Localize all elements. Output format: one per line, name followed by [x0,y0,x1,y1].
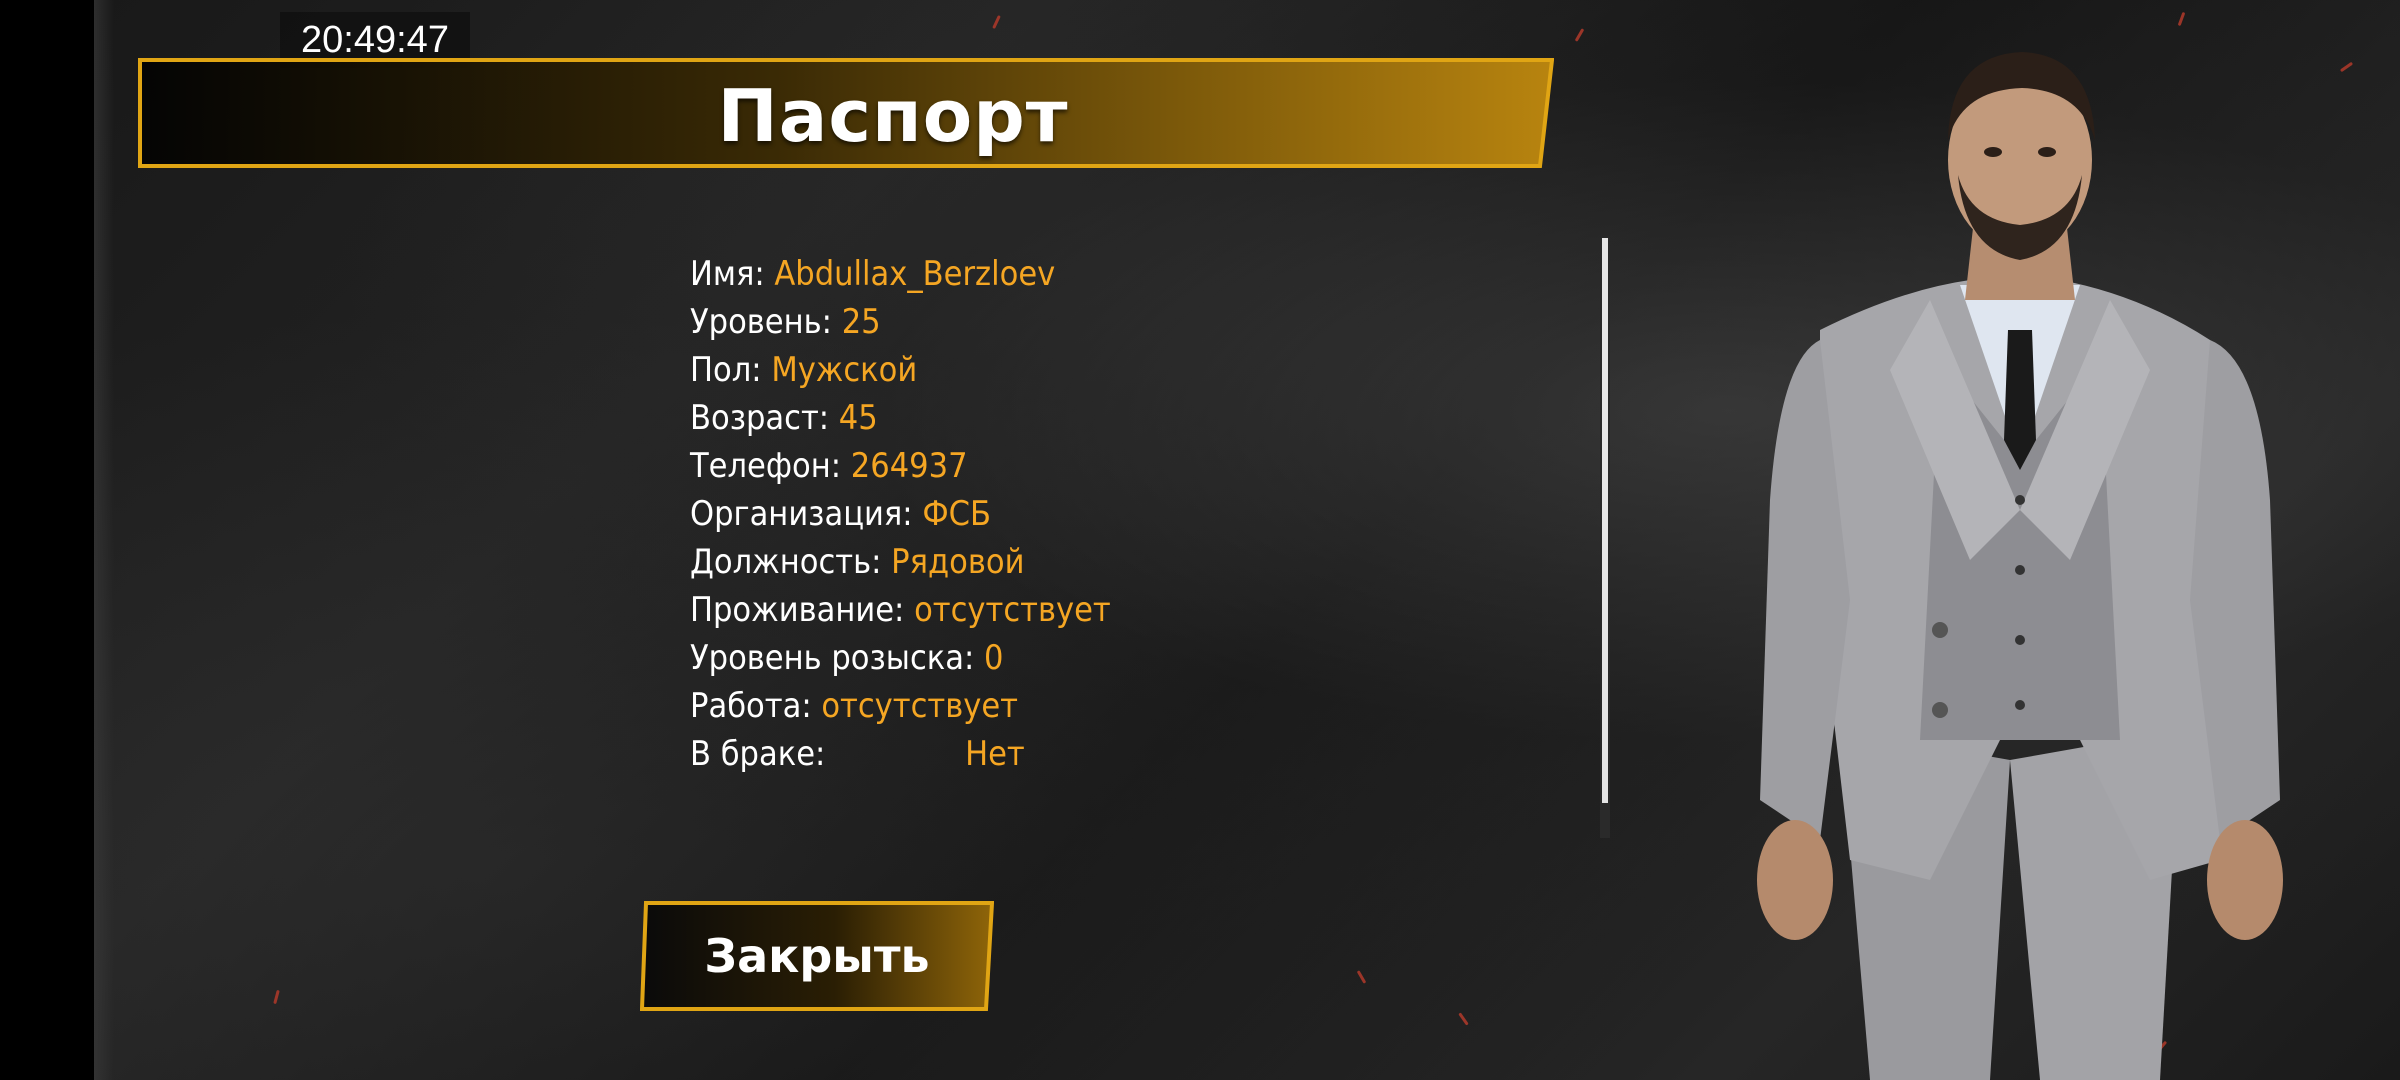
field-label: В браке: [690,734,826,774]
field-label: Возраст: [690,398,830,438]
field-value: Нет [965,734,1025,774]
field-organization: Организация: ФСБ [690,490,1570,538]
info-scrollbar[interactable] [1600,238,1610,838]
left-edge-shadow [94,0,114,1080]
close-button[interactable]: Закрыть [640,900,994,1012]
field-residence: Проживание: отсутствует [690,586,1570,634]
ember-spark [1574,28,1585,42]
ember-spark [2339,61,2354,73]
ember-spark [1356,970,1367,984]
field-label: Организация: [690,494,913,534]
field-name: Имя: Abdullax_Berzloev [690,250,1570,298]
field-phone: Телефон: 264937 [690,442,1570,490]
field-label: Проживание: [690,590,905,630]
field-married: В браке: Нет [690,730,1570,778]
close-button-label: Закрыть [704,929,930,983]
field-label: Имя: [690,254,765,294]
field-value: Рядовой [891,542,1025,582]
ember-spark [273,989,280,1005]
ember-spark [992,15,1001,29]
field-label: Уровень розыска: [690,638,975,678]
passport-screen: 20:49:47 Паспорт Имя: Abdullax_Berzloev … [0,0,2400,1080]
passport-info-list: Имя: Abdullax_Berzloev Уровень: 25 Пол: … [690,250,1570,778]
field-value: отсутствует [821,686,1018,726]
field-age: Возраст: 45 [690,394,1570,442]
field-position: Должность: Рядовой [690,538,1570,586]
field-value: Abdullax_Berzloev [774,254,1056,294]
field-label: Должность: [690,542,882,582]
field-value: ФСБ [922,494,991,534]
field-job: Работа: отсутствует [690,682,1570,730]
character-icon [1757,52,2283,1080]
field-value: 25 [841,302,881,342]
field-label: Уровень: [690,302,832,342]
ember-spark [2177,11,2186,27]
field-value: 264937 [850,446,968,486]
field-label: Телефон: [690,446,842,486]
field-label: Работа: [690,686,812,726]
ember-spark [1458,1012,1469,1026]
character-model [1740,40,2300,1080]
field-gender: Пол: Мужской [690,346,1570,394]
field-wanted-level: Уровень розыска: 0 [690,634,1570,682]
field-value: 45 [838,398,878,438]
field-value: Мужской [771,350,918,390]
title-banner: Паспорт [138,58,1554,168]
page-title: Паспорт [717,74,1069,158]
field-value: 0 [984,638,1004,678]
field-label: Пол: [690,350,762,390]
field-value: отсутствует [914,590,1111,630]
field-level: Уровень: 25 [690,298,1570,346]
scrollbar-thumb[interactable] [1602,238,1608,803]
left-black-bar [0,0,94,1080]
